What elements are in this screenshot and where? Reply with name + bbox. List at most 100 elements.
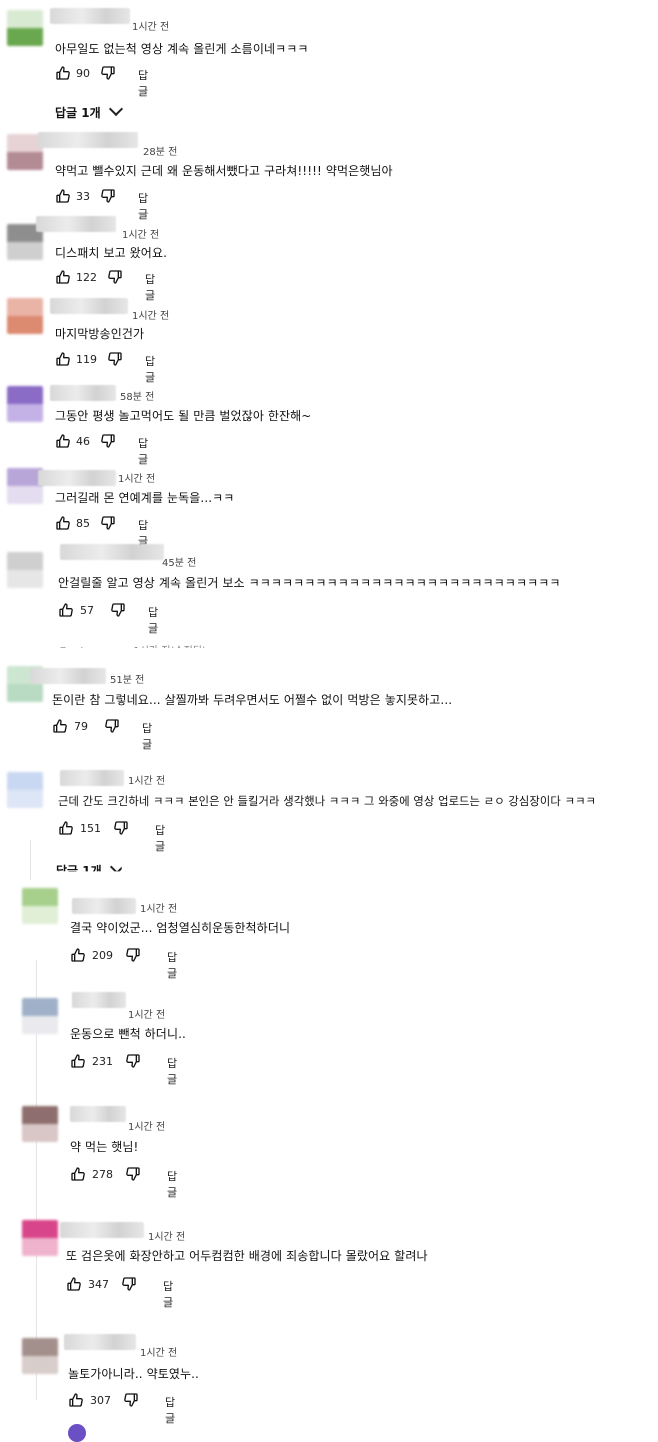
- comment-time: 45분 전: [162, 558, 197, 569]
- thumb-down-icon[interactable]: [121, 1276, 137, 1292]
- reply-button[interactable]: 답글: [155, 822, 165, 854]
- comment-text: 또 검은옷에 화장안하고 어두컴컴한 배경에 죄송합니다 몰랐어요 할려나: [66, 1249, 428, 1263]
- thumb-down-icon[interactable]: [125, 947, 141, 963]
- author-name-blurred[interactable]: [38, 470, 116, 486]
- avatar-bottom: [22, 1016, 58, 1034]
- comment-time: 1시간 전: [140, 904, 178, 915]
- avatar-top: [22, 998, 58, 1016]
- thumb-down-icon[interactable]: [113, 820, 129, 836]
- thumb-down-icon[interactable]: [104, 718, 120, 734]
- comment-time: 1시간 전: [118, 474, 156, 485]
- comment-text: 마지막방송인건가: [55, 327, 145, 341]
- avatar-bottom: [7, 316, 43, 334]
- thumb-down-icon[interactable]: [100, 65, 116, 81]
- avatar[interactable]: [7, 386, 43, 422]
- author-name-blurred[interactable]: [50, 8, 130, 24]
- comment-time: 1시간 전: [140, 1348, 178, 1359]
- comment: 1시간 전 결국 약이었군... 엄청열심히운동한척하더니 209 답글: [0, 884, 658, 980]
- reply-button[interactable]: 답글: [148, 604, 158, 636]
- comment: 28분 전 약먹고 뺄수있지 근데 왜 운동해서뺐다고 구라쳐!!!!! 약먹은…: [0, 128, 658, 221]
- thumb-up-icon[interactable]: [55, 269, 71, 285]
- avatar[interactable]: [7, 772, 43, 808]
- comment-text: 운동으로 뺀척 하더니..: [70, 1027, 186, 1041]
- thumb-up-icon[interactable]: [52, 718, 68, 734]
- partial-avatar: [68, 1424, 86, 1442]
- thumb-up-icon[interactable]: [55, 351, 71, 367]
- like-count: 231: [92, 1055, 113, 1068]
- thumb-up-icon[interactable]: [70, 1053, 86, 1069]
- like-count: 57: [80, 604, 94, 617]
- thumb-down-icon[interactable]: [125, 1166, 141, 1182]
- reply-button[interactable]: 답글: [163, 1278, 173, 1310]
- avatar[interactable]: [7, 552, 43, 588]
- replies-toggle[interactable]: 답글 1개: [56, 862, 122, 872]
- avatar-top: [22, 1220, 58, 1238]
- comment: 1시간 전 디스패치 보고 왔어요. 122 답글: [0, 210, 658, 302]
- like-count: 122: [76, 271, 97, 284]
- reply-button[interactable]: 답글: [167, 1055, 177, 1087]
- author-name-blurred[interactable]: [70, 1106, 126, 1122]
- thumb-up-icon[interactable]: [55, 515, 71, 531]
- comment: 58분 전 그동안 평생 놀고먹어도 될 만큼 벌었잖아 한잔해~ 46 답글: [0, 378, 658, 468]
- reply-button[interactable]: 답글: [138, 67, 148, 99]
- avatar-top: [7, 552, 43, 570]
- thumb-up-icon[interactable]: [55, 188, 71, 204]
- author-name-blurred[interactable]: [60, 770, 124, 786]
- author-name-blurred[interactable]: [60, 1222, 144, 1238]
- thumb-up-icon[interactable]: [66, 1276, 82, 1292]
- avatar[interactable]: [22, 888, 58, 924]
- author-name-blurred[interactable]: [38, 132, 138, 148]
- thumb-up-icon[interactable]: [70, 1166, 86, 1182]
- avatar-top: [7, 772, 43, 790]
- thumb-down-icon[interactable]: [123, 1392, 139, 1408]
- like-count: 46: [76, 435, 90, 448]
- thumb-down-icon[interactable]: [110, 602, 126, 618]
- thumb-down-icon[interactable]: [125, 1053, 141, 1069]
- author-name-blurred[interactable]: [64, 1334, 136, 1350]
- thumb-up-icon[interactable]: [55, 433, 71, 449]
- comment-time: 28분 전: [143, 147, 178, 158]
- comment-text: 결국 약이었군... 엄청열심히운동한척하더니: [70, 921, 291, 935]
- avatar[interactable]: [22, 1338, 58, 1374]
- reply-button[interactable]: 답글: [167, 1168, 177, 1200]
- avatar-bottom: [22, 1238, 58, 1256]
- thumb-up-icon[interactable]: [68, 1392, 84, 1408]
- avatar-bottom: [7, 790, 43, 808]
- reply-button[interactable]: 답글: [142, 720, 152, 752]
- like-count: 307: [90, 1394, 111, 1407]
- author-name-blurred[interactable]: [36, 216, 116, 232]
- comment: 1시간 전 운동으로 뺀척 하더니.. 231 답글: [0, 990, 658, 1086]
- reply-button[interactable]: 답글: [167, 949, 177, 981]
- thumb-down-icon[interactable]: [107, 351, 123, 367]
- thumb-down-icon[interactable]: [100, 433, 116, 449]
- author-name-blurred[interactable]: [72, 992, 126, 1008]
- like-count: 151: [80, 822, 101, 835]
- thumb-down-icon[interactable]: [100, 515, 116, 531]
- avatar[interactable]: [22, 998, 58, 1034]
- thumb-up-icon[interactable]: [55, 65, 71, 81]
- author-name-blurred[interactable]: [72, 898, 136, 914]
- thumb-up-icon[interactable]: [70, 947, 86, 963]
- comment-time: 1시간 전: [128, 776, 166, 787]
- author-name-blurred[interactable]: [30, 668, 106, 684]
- thumb-up-icon[interactable]: [58, 820, 74, 836]
- avatar[interactable]: [22, 1220, 58, 1256]
- avatar-bottom: [7, 486, 43, 504]
- avatar-bottom: [7, 684, 43, 702]
- comment: 1시간 전 또 검은옷에 화장안하고 어두컴컴한 배경에 죄송합니다 몰랐어요 …: [0, 1210, 658, 1309]
- replies-toggle[interactable]: 답글 1개: [55, 101, 123, 121]
- thumb-up-icon[interactable]: [58, 602, 74, 618]
- comment: 1시간 전 약 먹는 햇님! 278 답글: [0, 1100, 658, 1199]
- author-name-blurred[interactable]: [50, 385, 116, 401]
- avatar[interactable]: [7, 10, 43, 46]
- thumb-down-icon[interactable]: [100, 188, 116, 204]
- avatar-top: [22, 1106, 58, 1124]
- author-name-blurred[interactable]: [60, 544, 164, 560]
- author-name-blurred[interactable]: [50, 298, 128, 314]
- reply-button[interactable]: 답글: [165, 1394, 175, 1426]
- avatar[interactable]: [22, 1106, 58, 1142]
- thumb-down-icon[interactable]: [107, 269, 123, 285]
- comment: 51분 전 돈이란 참 그렇네요... 살찔까봐 두려우면서도 어쩔수 없이 먹…: [0, 652, 658, 751]
- chevron-down-icon: [109, 862, 122, 872]
- avatar[interactable]: [7, 298, 43, 334]
